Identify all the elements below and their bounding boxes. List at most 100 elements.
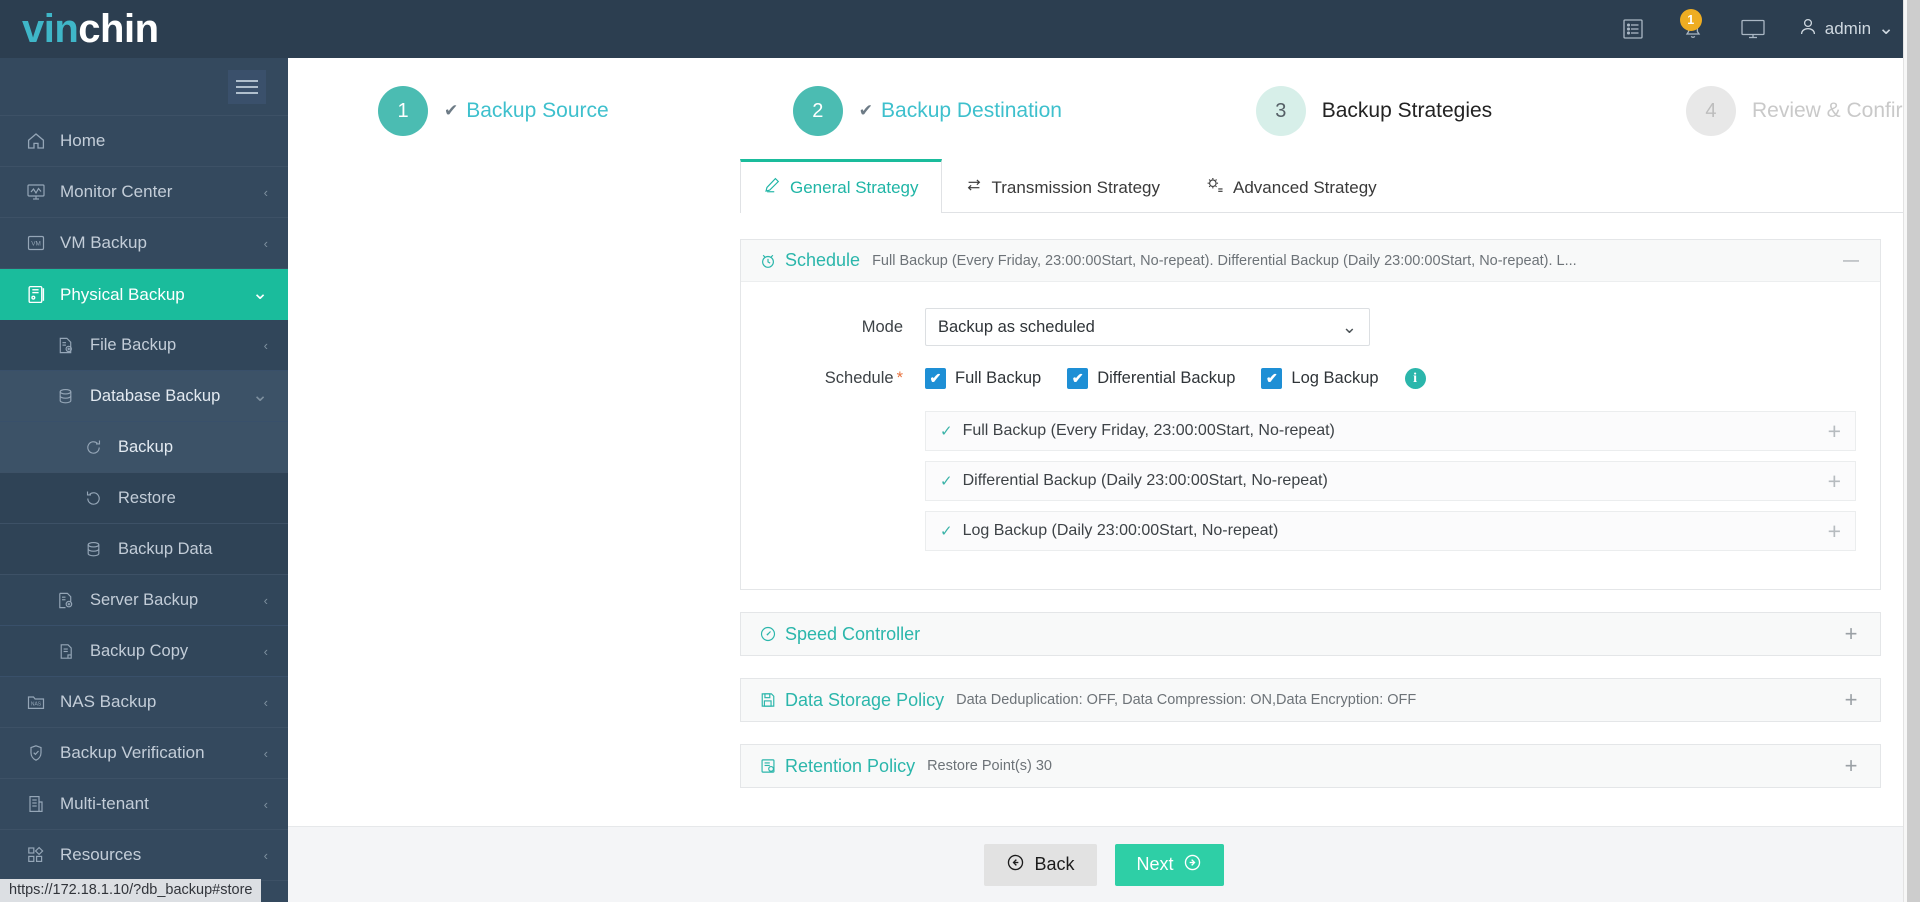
tab-transmission-strategy[interactable]: Transmission Strategy	[942, 161, 1183, 213]
panel-title: Schedule	[785, 250, 861, 270]
step-number: 4	[1685, 86, 1736, 136]
info-icon[interactable]: i	[1404, 368, 1426, 389]
arrow-left-circle-icon	[1006, 853, 1025, 877]
body-region: Home Monitor Center ‹ VM VM Backup ‹ Phy…	[0, 58, 1920, 902]
sidebar-item-vm-backup[interactable]: VM VM Backup ‹	[0, 218, 288, 269]
sidebar-item-backup-verification[interactable]: Backup Verification ‹	[0, 728, 288, 779]
step-number: 1	[378, 86, 428, 136]
schedule-row-differential-backup[interactable]: ✓ Differential Backup (Daily 23:00:00Sta…	[925, 461, 1856, 501]
schedule-row-full-backup[interactable]: ✓ Full Backup (Every Friday, 23:00:00Sta…	[925, 411, 1856, 451]
step-label: Review & Confirm	[1751, 99, 1920, 122]
list-icon[interactable]	[1618, 14, 1648, 44]
chevron-down-icon: ⌄	[1878, 18, 1894, 40]
sidebar-item-label: Restore	[118, 488, 176, 507]
sidebar-item-home[interactable]: Home	[0, 116, 288, 167]
schedule-row-text: Full Backup (Every Friday, 23:00:00Start…	[962, 422, 1335, 439]
tab-label: General Strategy	[790, 177, 919, 197]
panel-data-storage-policy-header[interactable]: Data Storage Policy Data Deduplication: …	[741, 679, 1880, 721]
sidebar-item-label: Home	[60, 131, 106, 150]
mode-select-value: Backup as scheduled	[938, 317, 1095, 336]
checkbox-log-backup[interactable]: ✔ Log Backup	[1261, 368, 1379, 389]
main-content: 1 ✔ Backup Source 2 ✔ Backup Destination	[288, 58, 1920, 902]
sidebar-item-nas-backup[interactable]: NAS NAS Backup ‹	[0, 677, 288, 728]
back-button-label: Back	[1034, 854, 1075, 874]
sidebar-item-label: Physical Backup	[60, 284, 185, 304]
sidebar-item-resources[interactable]: Resources ‹	[0, 830, 288, 881]
brand-logo-part2: chin	[78, 7, 159, 51]
user-menu[interactable]: admin ⌄	[1798, 17, 1894, 42]
monitor-icon[interactable]	[1738, 14, 1768, 44]
mode-select[interactable]: Backup as scheduled ⌄	[925, 308, 1370, 346]
check-icon: ✔	[858, 101, 874, 120]
sidebar-item-physical-backup[interactable]: Physical Backup ⌄	[0, 269, 288, 320]
sidebar-item-backup-copy[interactable]: Backup Copy ‹	[0, 626, 288, 677]
step-label-wrap: ✔ Backup Source	[444, 99, 609, 123]
step-label: Backup Source	[466, 99, 609, 122]
chevron-icon: ‹	[263, 643, 268, 659]
checkbox-differential-backup[interactable]: ✔ Differential Backup	[1067, 368, 1235, 389]
schedule-checkbox-group: ✔ Full Backup ✔ Differential Backup ✔ Lo…	[925, 368, 1426, 389]
sidebar-item-label: File Backup	[90, 335, 177, 354]
database-icon	[56, 387, 90, 406]
sidebar-item-database-backup[interactable]: Database Backup ⌄	[0, 371, 288, 422]
tab-label: Transmission Strategy	[991, 177, 1160, 197]
expand-icon[interactable]: +	[1828, 419, 1841, 443]
next-button[interactable]: Next	[1114, 843, 1224, 886]
svg-text:NAS: NAS	[31, 702, 42, 708]
sidebar-item-backup[interactable]: Backup	[0, 422, 288, 473]
panel-schedule-header[interactable]: Schedule Full Backup (Every Friday, 23:0…	[741, 240, 1880, 282]
checkbox-label: Differential Backup	[1097, 369, 1236, 387]
svg-text:VM: VM	[31, 241, 41, 248]
strategy-scroll-region: Schedule Full Backup (Every Friday, 23:0…	[740, 213, 1920, 826]
building-icon	[26, 794, 60, 814]
chevron-icon: ‹	[263, 694, 268, 710]
sidebar: Home Monitor Center ‹ VM VM Backup ‹ Phy…	[0, 58, 288, 902]
panel-speed-controller-header[interactable]: Speed Controller +	[741, 613, 1880, 655]
expand-icon[interactable]: +	[1838, 689, 1864, 711]
step-backup-strategies[interactable]: 3 Backup Strategies	[1255, 86, 1492, 136]
step-backup-source[interactable]: 1 ✔ Backup Source	[378, 86, 609, 136]
hamburger-icon[interactable]	[228, 69, 266, 104]
sidebar-item-label: Resources	[60, 845, 142, 864]
schedule-row-log-backup[interactable]: ✓ Log Backup (Daily 23:00:00Start, No-re…	[925, 511, 1856, 551]
expand-icon[interactable]: +	[1838, 755, 1864, 777]
collapse-icon[interactable]: —	[1838, 252, 1864, 269]
sidebar-item-restore[interactable]: Restore	[0, 473, 288, 524]
username-label: admin	[1824, 19, 1872, 38]
sidebar-item-server-backup[interactable]: Server Backup ‹	[0, 575, 288, 626]
sidebar-item-backup-data[interactable]: Backup Data	[0, 524, 288, 575]
top-bar-actions: 1 admin ⌄	[1618, 9, 1894, 44]
sidebar-nav: Home Monitor Center ‹ VM VM Backup ‹ Phy…	[0, 116, 288, 902]
bell-icon[interactable]: 1	[1678, 9, 1708, 44]
step-review-confirm[interactable]: 4 Review & Confirm	[1685, 86, 1920, 136]
panel-data-storage-policy: Data Storage Policy Data Deduplication: …	[740, 678, 1881, 722]
expand-icon[interactable]: +	[1838, 623, 1864, 645]
expand-icon[interactable]: +	[1828, 519, 1841, 543]
schedule-label-text: Schedule	[824, 369, 894, 387]
panel-retention-policy-header[interactable]: Retention Policy Restore Point(s) 30 +	[741, 745, 1880, 787]
sidebar-item-monitor-center[interactable]: Monitor Center ‹	[0, 167, 288, 218]
schedule-row-text: Log Backup (Daily 23:00:00Start, No-repe…	[962, 522, 1279, 539]
page-scrollbar-thumb[interactable]	[1907, 0, 1920, 902]
step-label-wrap: ✔ Backup Destination	[859, 99, 1062, 123]
notification-badge: 1	[1679, 9, 1702, 31]
back-button[interactable]: Back	[984, 843, 1097, 886]
vm-icon: VM	[26, 233, 60, 253]
page-scrollbar[interactable]	[1903, 0, 1920, 902]
step-backup-destination[interactable]: 2 ✔ Backup Destination	[792, 86, 1062, 136]
checkbox-mark: ✔	[1261, 368, 1283, 389]
chevron-down-icon: ⌄	[1341, 316, 1357, 337]
status-bar-url: https://172.18.1.10/?db_backup#store	[0, 879, 262, 902]
checkbox-full-backup[interactable]: ✔ Full Backup	[925, 368, 1041, 389]
nas-folder-icon: NAS	[26, 692, 60, 712]
tab-advanced-strategy[interactable]: Advanced Strategy	[1183, 161, 1400, 213]
sidebar-item-label: Backup Data	[118, 539, 213, 558]
transfer-icon	[965, 176, 983, 199]
sidebar-item-multi-tenant[interactable]: Multi-tenant ‹	[0, 779, 288, 830]
expand-icon[interactable]: +	[1828, 469, 1841, 493]
panel-summary: Restore Point(s) 30	[927, 758, 1052, 774]
brand-logo[interactable]: vinchin	[0, 9, 288, 49]
sidebar-item-file-backup[interactable]: File Backup ‹	[0, 320, 288, 371]
arrow-right-circle-icon	[1183, 853, 1202, 877]
tab-general-strategy[interactable]: General Strategy	[740, 159, 942, 213]
